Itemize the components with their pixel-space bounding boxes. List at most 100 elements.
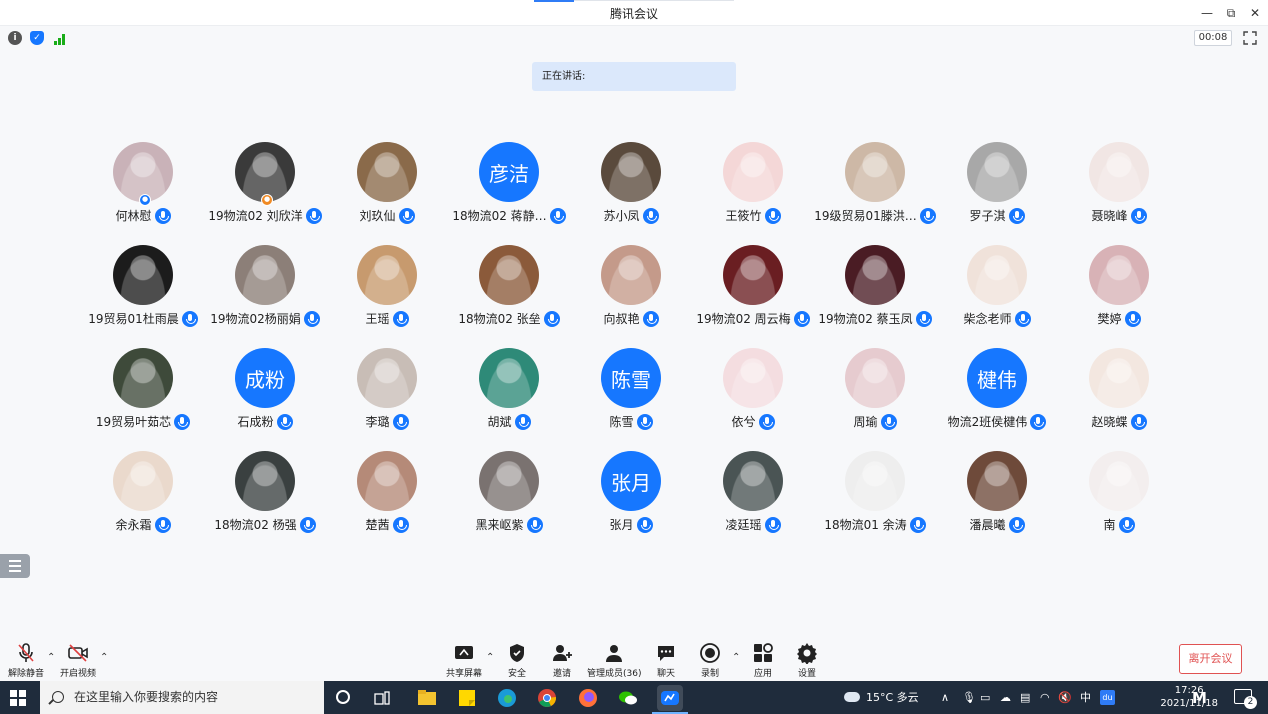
participant-tile[interactable]: 楗伟 物流2班侯楗伟 [936, 346, 1058, 436]
manage-members-label: 管理成员(36) [587, 669, 642, 679]
security-button[interactable]: 安全 [506, 642, 528, 679]
participant-tile[interactable]: 19贸易01杜雨晨 [82, 243, 204, 333]
participant-avatar [235, 245, 295, 305]
participant-tile[interactable]: 18物流01 余涛 [814, 449, 936, 539]
participant-tile[interactable]: 19级贸易01滕洪… [814, 140, 936, 230]
shield-icon[interactable]: ✓ [30, 31, 44, 45]
fullscreen-icon[interactable] [1242, 30, 1258, 46]
manage-members-button[interactable]: 管理成员(36) [587, 642, 641, 679]
participant-tile[interactable]: 陈雪 陈雪 [570, 346, 692, 436]
participant-tile[interactable]: 18物流02 张垒 [448, 243, 570, 333]
close-button[interactable]: ✕ [1246, 4, 1264, 22]
participant-tile[interactable]: 柴念老师 [936, 243, 1058, 333]
mic-icon [636, 413, 653, 430]
sticky-notes-icon[interactable] [454, 685, 480, 711]
wifi-icon[interactable]: ◠ [1040, 681, 1050, 714]
onedrive-icon[interactable]: ☁ [1000, 681, 1011, 714]
participant-tile[interactable]: 余永霜 [82, 449, 204, 539]
participant-label: 19级贸易01滕洪… [804, 207, 946, 224]
apps-grid-icon [752, 642, 774, 664]
participant-tile[interactable]: ● 何林慰 [82, 140, 204, 230]
microphone-tray-icon[interactable]: 🎙 [962, 681, 976, 714]
participant-tile[interactable]: 周瑜 [814, 346, 936, 436]
chat-button[interactable]: 聊天 [655, 642, 677, 679]
taskbar-search-box[interactable]: 在这里输入你要搜索的内容 [40, 681, 324, 714]
participant-tile[interactable]: 刘玖仙 [326, 140, 448, 230]
notification-center-icon[interactable]: 2 [1234, 689, 1257, 709]
participant-tile[interactable]: 王筱竹 [692, 140, 814, 230]
start-video-button[interactable]: 开启视频 [60, 642, 96, 679]
input-method-indicator[interactable]: 中 [1080, 681, 1091, 714]
leave-meeting-button[interactable]: 离开会议 [1179, 644, 1242, 674]
participant-tile[interactable]: 19物流02 周云梅 [692, 243, 814, 333]
participant-tile[interactable]: 成粉 石成粉 [204, 346, 326, 436]
participant-tile[interactable]: 19贸易叶茹芯 [82, 346, 204, 436]
participant-avatar [1089, 245, 1149, 305]
participant-tile[interactable]: 19物流02 蔡玉凤 [814, 243, 936, 333]
member-list-toggle[interactable] [0, 554, 30, 578]
participant-tile[interactable]: 彦洁 18物流02 蒋静… [448, 140, 570, 230]
chevron-up-icon[interactable]: ⌃ [100, 652, 108, 663]
participant-avatar [479, 245, 539, 305]
show-hidden-icons-button[interactable]: ∧ [941, 681, 949, 714]
unmute-button[interactable]: 解除静音 [8, 642, 44, 679]
wechat-icon[interactable] [615, 685, 641, 711]
settings-button[interactable]: 设置 [796, 642, 818, 679]
apps-button[interactable]: 应用 [752, 642, 774, 679]
weather-widget[interactable]: 15°C 多云 [844, 681, 919, 714]
participant-tile[interactable]: 向叔艳 [570, 243, 692, 333]
meet-now-icon[interactable]: M [1192, 689, 1216, 707]
participant-tile[interactable]: 19物流02杨丽娟 [204, 243, 326, 333]
participant-tile[interactable]: 苏小凤 [570, 140, 692, 230]
participant-avatar: 张月 [601, 451, 661, 511]
share-screen-button[interactable]: 共享屏幕 [446, 642, 482, 679]
participant-tile[interactable]: 胡斌 [448, 346, 570, 436]
meeting-toolbar: 解除静音 ⌃ 开启视频 ⌃ 共享屏幕 ⌃ 安全 邀请 管理成员(36) 聊天 录… [0, 640, 1268, 680]
baidu-ime-icon[interactable]: du [1100, 690, 1115, 705]
participant-tile[interactable]: 凌廷瑶 [692, 449, 814, 539]
participant-tile[interactable]: ● 19物流02 刘欣洋 [204, 140, 326, 230]
participant-tile[interactable]: 潘晨曦 [936, 449, 1058, 539]
participant-tile[interactable]: 聂晓峰 [1058, 140, 1180, 230]
task-view-icon[interactable] [374, 690, 390, 705]
participant-tile[interactable]: 李璐 [326, 346, 448, 436]
battery-icon[interactable]: ▭ [980, 681, 990, 714]
participant-tile[interactable]: 楚茜 [326, 449, 448, 539]
file-explorer-icon[interactable] [414, 685, 440, 711]
participant-tile[interactable]: 赵晓蝶 [1058, 346, 1180, 436]
participant-name: 19物流02 蔡玉凤 [818, 312, 913, 326]
participant-tile[interactable]: 南 [1058, 449, 1180, 539]
participant-tile[interactable]: 罗子淇 [936, 140, 1058, 230]
security-label: 安全 [507, 669, 526, 679]
chevron-up-icon[interactable]: ⌃ [486, 652, 494, 663]
participant-name: 楚茜 [365, 518, 390, 532]
minimize-button[interactable]: — [1198, 4, 1216, 22]
windows-start-icon[interactable] [10, 690, 26, 706]
restore-button[interactable]: ⧉ [1222, 4, 1240, 22]
firefox-browser-icon[interactable] [575, 685, 601, 711]
participant-tile[interactable]: 樊婷 [1058, 243, 1180, 333]
mic-muted-icon [15, 642, 37, 664]
edge-browser-icon[interactable] [494, 685, 520, 711]
signal-icon[interactable] [53, 31, 67, 45]
tencent-meeting-icon[interactable] [657, 685, 683, 711]
chrome-browser-icon[interactable] [534, 685, 560, 711]
chevron-up-icon[interactable]: ⌃ [732, 652, 740, 663]
participant-name: 向叔艳 [603, 312, 640, 326]
tray-app-icon[interactable]: ▤ [1020, 681, 1030, 714]
participant-tile[interactable]: 黑来岖紫 [448, 449, 570, 539]
participant-avatar [479, 451, 539, 511]
participant-tile[interactable]: 张月 张月 [570, 449, 692, 539]
record-button[interactable]: 录制 [699, 642, 721, 679]
chevron-up-icon[interactable]: ⌃ [47, 652, 55, 663]
participant-tile[interactable]: 依兮 [692, 346, 814, 436]
volume-muted-icon[interactable]: 🔇 [1058, 681, 1072, 714]
participant-avatar [1089, 142, 1149, 202]
participant-avatar: 成粉 [235, 348, 295, 408]
participant-tile[interactable]: 王瑶 [326, 243, 448, 333]
participant-tile[interactable]: 18物流02 杨强 [204, 449, 326, 539]
info-icon[interactable]: i [8, 31, 22, 45]
invite-button[interactable]: 邀请 [551, 642, 573, 679]
participant-name: 余永霜 [115, 518, 152, 532]
cortana-icon[interactable] [336, 690, 350, 704]
